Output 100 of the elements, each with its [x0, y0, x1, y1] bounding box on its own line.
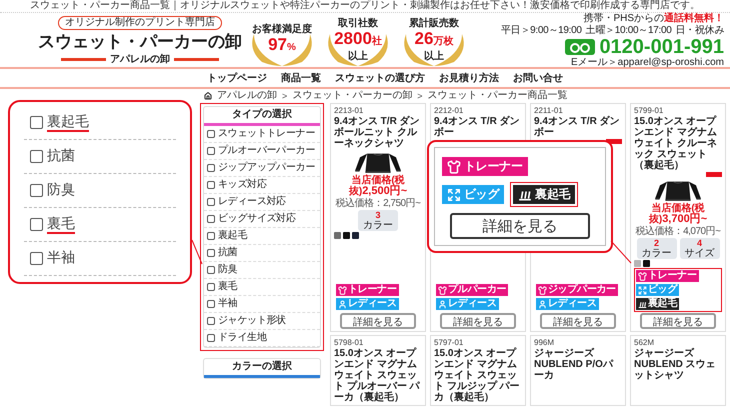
feature-tag: ジップパーカー: [536, 284, 618, 296]
product-title: 9.4オンス T/R ダンボー: [434, 116, 521, 138]
tax-price: 税込価格：2,750円~: [334, 198, 422, 209]
nav-link[interactable]: スウェットの選び方: [335, 71, 425, 85]
stat-number: 3: [375, 210, 380, 220]
filter-option[interactable]: ドライ生地: [204, 330, 320, 347]
details-button[interactable]: 詳細を見る: [450, 213, 590, 239]
filter-option[interactable]: ジップアップパーカー: [204, 160, 320, 177]
feature-tag: 裏起毛: [636, 298, 680, 310]
filter-option[interactable]: プルオーバーパーカー: [204, 143, 320, 160]
breadcrumb-separator: >: [417, 91, 423, 101]
product-code: 5799-01: [634, 106, 664, 115]
toll-free-note: 携帯・PHSからの通話料無料！: [583, 12, 724, 24]
medal-suffix: 以上: [348, 51, 368, 62]
stat-number: 2: [654, 238, 659, 248]
breadcrumb-link[interactable]: スウェット・パーカー商品一覧: [428, 90, 568, 102]
product-title: ジャージーズNUBLEND P/Oパーカ: [534, 348, 614, 381]
person-icon: [538, 300, 547, 308]
wave-lines-icon: [638, 300, 647, 308]
product-title: 15.0オンス オープンエンド マグナムウェイト クルーネック スウェット（裏起毛）: [634, 116, 718, 171]
filter-option[interactable]: 半袖: [24, 242, 176, 276]
feature-tag: トレーナー: [442, 157, 528, 176]
details-button[interactable]: 詳細を見る: [540, 313, 616, 329]
business-hours: 平日＞9:00～19:00: [501, 24, 582, 36]
medal-label: 取引社数: [338, 18, 378, 29]
product-title: 9.4オンス T/R ダンボールニット クルーネックシャツ: [334, 116, 421, 149]
shop-badge: オリジナル制作のプリント専門店: [58, 16, 222, 30]
filter-option[interactable]: 裏起毛: [24, 106, 176, 140]
product-title: 15.0オンス オープンエンド マグナムウェイト スウェット プルオーバー パーカ（裏起毛）: [334, 348, 421, 403]
stat-label: カラー: [363, 220, 393, 231]
product-code: 562M: [634, 338, 656, 347]
home-icon: [204, 92, 212, 100]
medal-label: 累計販売数: [409, 18, 459, 29]
stat-number: 4: [696, 238, 702, 248]
business-hours: 土曜＞10:00～17:00: [586, 24, 672, 36]
details-button[interactable]: 詳細を見る: [640, 313, 716, 329]
details-button[interactable]: 詳細を見る: [340, 313, 416, 329]
person-icon: [338, 300, 347, 308]
details-button[interactable]: 詳細を見る: [440, 313, 516, 329]
filter-option[interactable]: 半袖: [204, 296, 320, 313]
medal-suffix: 以上: [424, 51, 444, 62]
feature-tag: トレーナー: [336, 284, 399, 296]
shirt-icon: [438, 286, 447, 294]
feature-tag: ビッグ: [636, 284, 680, 296]
feature-tag: レディース: [536, 298, 599, 310]
feature-tag: プルパーカー: [436, 284, 508, 296]
product-code: 2212-01: [434, 106, 464, 115]
shirt-icon: [638, 272, 647, 280]
medal-value: 2800社: [334, 29, 382, 50]
toll-free-icon: [565, 38, 596, 54]
phone-number: 0120-001-991: [599, 36, 724, 56]
filter-option[interactable]: 裏起毛: [204, 228, 320, 245]
filter-option[interactable]: 裏毛: [204, 279, 320, 296]
site-title: スウェット・パーカーの卸: [38, 30, 242, 52]
medal-value: 97%: [268, 34, 296, 56]
medal-value: 26万枚: [414, 29, 454, 50]
feature-tag: ビッグ: [442, 185, 504, 204]
product-code: 5797-01: [434, 338, 464, 347]
breadcrumb-link[interactable]: アパレルの卸: [217, 90, 277, 102]
product-title: 9.4オンス T/R ダンボー: [534, 116, 621, 138]
stat-label: サイズ: [684, 248, 714, 259]
filter-option[interactable]: 防臭: [24, 174, 176, 208]
breadcrumb-separator: >: [282, 91, 288, 101]
product-title: ジャージーズNUBLEND スウェットシャツ: [634, 348, 717, 381]
product-code: 2213-01: [334, 106, 364, 115]
breadcrumb-link[interactable]: スウェット・パーカーの卸: [292, 90, 412, 102]
feature-tag: レディース: [436, 298, 499, 310]
medal-label: お客様満足度: [252, 24, 312, 34]
panel-title: タイプの選択: [204, 107, 320, 126]
product-title: 15.0オンス オープンエンド マグナムウェイト スウェット フルジップ パーカ（裏起毛）: [434, 348, 521, 403]
nav-link[interactable]: トップページ: [207, 71, 267, 85]
feature-tag: レディース: [336, 298, 399, 310]
price: 当店価格(税抜)2,500円~: [348, 175, 408, 197]
feature-tag: 裏起毛: [513, 185, 576, 204]
nav-link[interactable]: お見積り方法: [439, 71, 499, 85]
stat-label: カラー: [642, 248, 672, 259]
expand-icon: [447, 188, 461, 202]
nav-link[interactable]: お問い合せ: [513, 71, 563, 85]
nav-link[interactable]: 商品一覧: [281, 71, 321, 85]
person-icon: [438, 300, 447, 308]
business-hours: 日・祝休み: [675, 24, 724, 36]
feature-tag: トレーナー: [636, 270, 699, 282]
tax-price: 税込価格：4,070円~: [634, 226, 722, 237]
filter-option[interactable]: ジャケット形状: [204, 313, 320, 330]
expand-icon: [638, 286, 647, 294]
filter-option[interactable]: 裏毛: [24, 208, 176, 242]
filter-option[interactable]: 抗菌: [204, 245, 320, 262]
filter-option[interactable]: キッズ対応: [204, 177, 320, 194]
filter-option[interactable]: 防臭: [204, 262, 320, 279]
site-subtitle: アパレルの卸: [110, 54, 170, 64]
panel-title: カラーの選択: [204, 359, 320, 378]
filter-option[interactable]: レディース対応: [204, 194, 320, 211]
price: 当店価格(税抜)3,700円~: [648, 203, 708, 225]
filter-option[interactable]: スウェットトレーナー: [204, 126, 320, 143]
email-address: Eメール＞apparel@sp-oroshi.com: [571, 56, 724, 68]
filter-option[interactable]: 抗菌: [24, 140, 176, 174]
shirt-icon: [538, 286, 547, 294]
filter-option[interactable]: ビッグサイズ対応: [204, 211, 320, 228]
product-code: 2211-01: [534, 106, 564, 115]
shirt-icon: [338, 286, 347, 294]
